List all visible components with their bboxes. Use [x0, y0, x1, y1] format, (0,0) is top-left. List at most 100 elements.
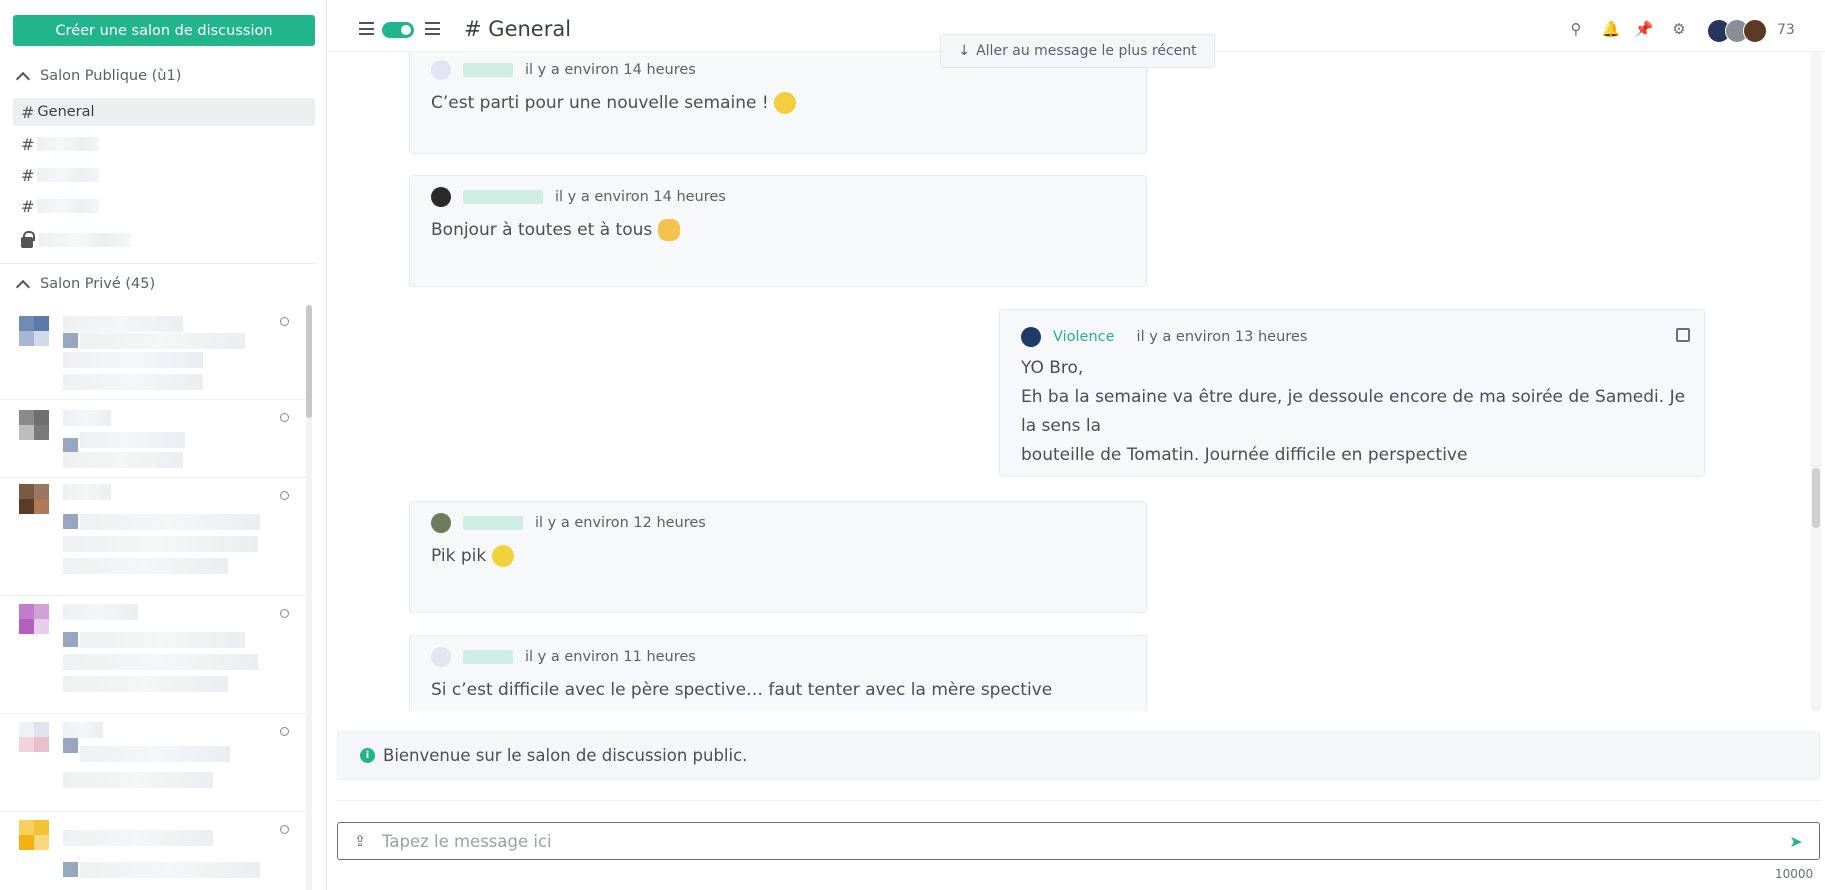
chevron-up-icon	[15, 71, 31, 87]
channel-item[interactable]: #	[13, 130, 315, 158]
message-body: YO Bro, Eh ba la semaine va être dure, j…	[1021, 354, 1704, 470]
private-room-item[interactable]	[0, 812, 307, 890]
private-room-item[interactable]	[0, 400, 307, 478]
private-room-item[interactable]	[0, 596, 307, 714]
author-name[interactable]: Violence	[1053, 329, 1115, 345]
private-rooms-toggle[interactable]: Salon Privé (45)	[15, 276, 156, 295]
channel-item[interactable]: #	[13, 161, 315, 189]
avatar	[1021, 327, 1041, 347]
room-meta-redacted	[80, 514, 260, 530]
avatar-badge	[63, 333, 78, 348]
bell-icon[interactable]: 🔔	[1602, 20, 1621, 38]
public-rooms-header: Salon Publique (ù1)	[40, 68, 182, 84]
message-time: il y a environ 12 heures	[535, 515, 706, 531]
upload-icon[interactable]: ⇪	[352, 832, 368, 850]
lock-icon	[21, 230, 35, 248]
status-dot-icon	[280, 609, 289, 618]
smile-emoji-icon	[774, 92, 797, 114]
avatar	[19, 722, 49, 752]
channel-label-redacted	[37, 168, 100, 182]
chick-emoji-icon	[491, 545, 514, 567]
room-meta-redacted	[80, 862, 260, 878]
message-input[interactable]	[382, 831, 1787, 851]
page-title: # General	[464, 17, 571, 41]
jump-to-latest-button[interactable]: ↓ Aller au message le plus récent	[940, 34, 1215, 68]
notice-text: Bienvenue sur le salon de discussion pub…	[383, 746, 748, 765]
message-header: il y a environ 11 heures	[431, 647, 696, 667]
message-body: Si c’est difficile avec le père spective…	[431, 676, 1052, 705]
messages-scroll-thumb[interactable]	[1812, 468, 1820, 528]
message: il y a environ 12 heures Pik pik	[409, 501, 1147, 613]
message-time: il y a environ 13 heures	[1136, 329, 1308, 345]
arrow-down-icon: ↓	[958, 43, 971, 59]
room-meta-redacted	[63, 536, 258, 552]
avatar	[19, 484, 49, 514]
channel-label-redacted	[39, 233, 131, 247]
menu-icon[interactable]	[425, 22, 440, 35]
member-count: 73	[1777, 22, 1795, 38]
message-time: il y a environ 14 heures	[525, 62, 696, 78]
chevron-up-icon	[15, 279, 31, 295]
message-header: il y a environ 14 heures	[431, 187, 726, 207]
send-icon[interactable]: ➤	[1787, 832, 1805, 851]
private-room-item[interactable]	[0, 302, 307, 400]
messages-scrollbar[interactable]	[1811, 53, 1821, 711]
room-meta-redacted	[80, 632, 245, 648]
room-meta-redacted	[63, 374, 203, 390]
channel-label: General	[37, 104, 95, 120]
channel-general[interactable]: # General	[13, 98, 315, 126]
room-meta-redacted	[63, 676, 228, 692]
create-room-button[interactable]: Créer une salon de discussion	[13, 15, 315, 46]
avatar-badge	[63, 438, 78, 453]
room-name-redacted	[63, 830, 213, 846]
message-line: bouteille de Tomatin. Journée difficile …	[1021, 445, 1468, 465]
private-rooms-header: Salon Privé (45)	[40, 276, 156, 292]
message-list[interactable]: il y a environ 14 heures C’est parti pou…	[327, 53, 1807, 711]
status-dot-icon	[280, 491, 289, 500]
room-meta-redacted	[80, 432, 185, 448]
channel-item-private[interactable]	[13, 226, 315, 254]
room-name-redacted	[63, 604, 138, 620]
room-meta-redacted	[80, 746, 230, 762]
pin-icon[interactable]: 📌	[1635, 20, 1654, 38]
gear-icon[interactable]: ⚙	[1670, 20, 1688, 38]
message-header: il y a environ 12 heures	[431, 513, 706, 533]
message-line: Eh ba la semaine va être dure, je dessou…	[1021, 387, 1686, 436]
hash-icon: #	[464, 17, 482, 41]
room-meta-redacted	[63, 352, 203, 368]
message-time: il y a environ 11 heures	[525, 649, 696, 665]
message-header: Violence il y a environ 13 heures	[1021, 327, 1307, 347]
message-line: YO Bro,	[1021, 358, 1084, 378]
avatar-badge	[63, 738, 78, 753]
divider	[0, 263, 316, 264]
avatar	[431, 187, 451, 207]
sidebar-scroll-thumb[interactable]	[306, 305, 312, 418]
divider	[337, 800, 1820, 801]
room-meta-redacted	[63, 654, 258, 670]
avatar	[19, 604, 49, 634]
menu-icon[interactable]	[359, 22, 374, 35]
sidebar: Créer une salon de discussion Salon Publ…	[0, 0, 327, 890]
public-rooms-toggle[interactable]: Salon Publique (ù1)	[15, 68, 182, 87]
channel-notice: i Bienvenue sur le salon de discussion p…	[337, 731, 1820, 780]
channel-title: General	[488, 17, 572, 41]
info-icon: i	[360, 748, 375, 763]
message-body: Pik pik	[431, 542, 514, 571]
hash-icon: #	[21, 165, 35, 185]
private-room-item[interactable]	[0, 714, 307, 812]
member-avatars[interactable]	[1707, 19, 1767, 43]
message-body: Bonjour à toutes et à tous	[431, 216, 680, 245]
channel-item[interactable]: #	[13, 192, 315, 220]
room-meta-redacted	[63, 452, 183, 468]
message: il y a environ 11 heures Si c’est diffic…	[409, 635, 1147, 711]
edit-icon[interactable]	[1676, 328, 1690, 342]
hash-icon: #	[21, 134, 35, 154]
avatar	[431, 513, 451, 533]
message-header: il y a environ 14 heures	[431, 60, 696, 80]
avatar-badge	[63, 862, 78, 877]
private-room-item[interactable]	[0, 478, 307, 596]
search-icon[interactable]: ⚲	[1567, 20, 1585, 38]
chat-main: # General ⚲ 🔔 📌 ⚙ 73 ↓ Aller au message …	[327, 0, 1825, 890]
sidebar-toggle[interactable]	[382, 22, 414, 38]
avatar	[1743, 19, 1767, 43]
